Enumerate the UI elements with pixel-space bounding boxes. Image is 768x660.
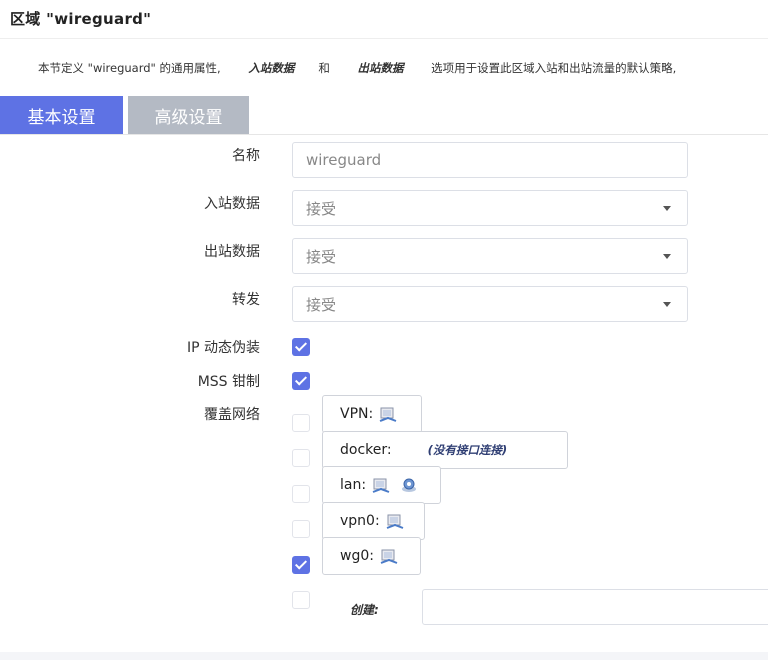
page-bottom-divider [0,652,768,660]
network-name: wg0: [340,548,374,564]
network-checkbox-lan[interactable] [292,485,310,503]
create-network-label: 创建: [350,603,379,617]
ethernet-port-icon [372,476,390,494]
output-policy-label: 出站数据 [204,244,260,260]
network-name: VPN: [340,406,374,422]
settings-tabs: 基本设置 高级设置 [0,96,249,134]
ethernet-port-icon [386,512,404,530]
zone-title: 区域 "wireguard" [10,10,152,28]
output-policy-value: 接受 [306,247,337,266]
chevron-down-icon [663,254,671,259]
masquerading-checkbox[interactable] [292,338,310,356]
create-network-input[interactable] [422,589,768,625]
chevron-down-icon [663,206,671,211]
network-name: docker: [340,442,392,458]
create-network-checkbox[interactable] [292,591,310,609]
covered-networks-label: 覆盖网络 [204,407,260,423]
network-item-docker[interactable]: docker: (没有接口连接) [322,431,568,469]
input-data-link[interactable]: 入站数据 [248,61,294,75]
description-and: 和 [318,61,330,75]
forward-policy-value: 接受 [306,295,337,314]
network-checkbox-wg0[interactable] [292,556,310,574]
network-checkbox-docker[interactable] [292,449,310,467]
name-label: 名称 [232,148,260,164]
input-policy-value: 接受 [306,199,337,218]
input-policy-select[interactable]: 接受 [292,190,688,226]
network-name: lan: [340,477,367,493]
tabs-divider [0,134,768,135]
input-policy-label: 入站数据 [204,196,260,212]
description-prefix: 本节定义 "wireguard" 的通用属性, [38,61,221,75]
tab-general-settings[interactable]: 基本设置 [0,96,123,134]
network-item-wg0[interactable]: wg0: [322,537,421,575]
network-name: vpn0: [340,513,380,529]
forward-policy-label: 转发 [232,292,260,308]
chevron-down-icon [663,302,671,307]
forward-policy-select[interactable]: 接受 [292,286,688,322]
network-checkbox-vpn0[interactable] [292,520,310,538]
masquerading-label: IP 动态伪装 [186,340,260,356]
name-input-value: wireguard [306,151,382,169]
title-divider [0,38,768,39]
network-checkbox-vpn[interactable] [292,414,310,432]
mss-clamping-checkbox[interactable] [292,372,310,390]
tab-advanced-settings[interactable]: 高级设置 [128,96,249,134]
name-input[interactable]: wireguard [292,142,688,178]
zone-description: 本节定义 "wireguard" 的通用属性, 入站数据 和 出站数据 选项用于设… [38,60,676,76]
no-interface-note: (没有接口连接) [427,443,508,457]
wireless-icon [400,476,418,494]
network-item-vpn[interactable]: VPN: [322,395,422,433]
output-data-link[interactable]: 出站数据 [357,61,403,75]
network-item-lan[interactable]: lan: [322,466,441,504]
ethernet-port-icon [380,547,398,565]
output-policy-select[interactable]: 接受 [292,238,688,274]
description-suffix: 选项用于设置此区域入站和出站流量的默认策略, [431,61,677,75]
ethernet-port-icon [379,405,397,423]
mss-clamping-label: MSS 钳制 [197,374,260,390]
network-item-vpn0[interactable]: vpn0: [322,502,425,540]
